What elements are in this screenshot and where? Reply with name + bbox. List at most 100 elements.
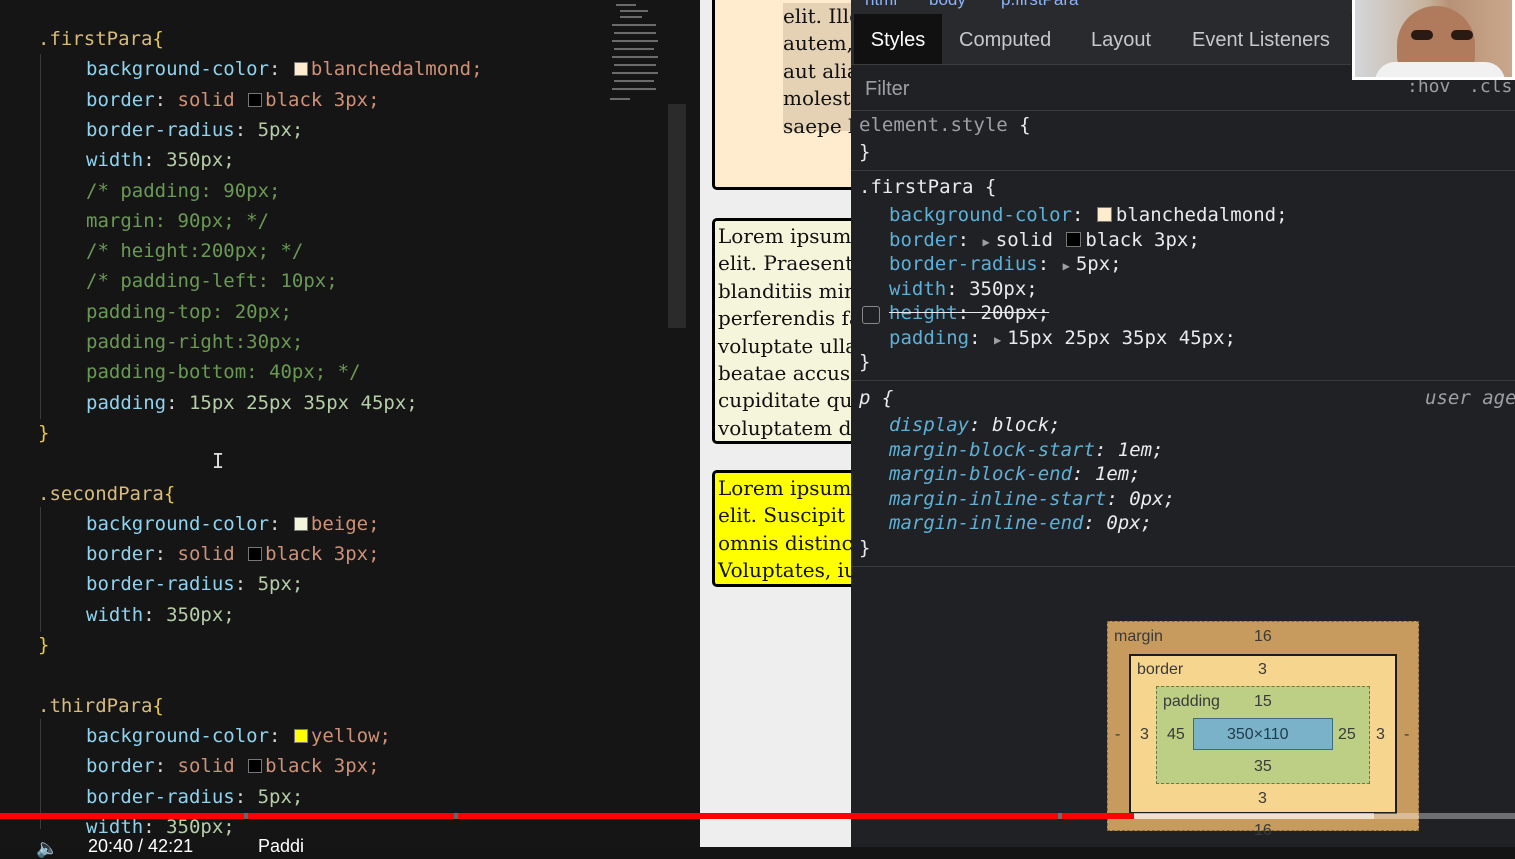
css-declaration[interactable]: border-radius: 5px;: [86, 115, 303, 145]
editor-scrollbar[interactable]: [668, 104, 686, 328]
paragraph-text-line: voluptatem debitis: [718, 415, 852, 440]
style-declaration[interactable]: height: 200px;: [889, 301, 1049, 326]
style-value: 0px;: [1106, 512, 1153, 535]
css-comment[interactable]: /* padding: 90px;: [86, 176, 280, 206]
css-declaration[interactable]: width: 350px;: [86, 145, 235, 175]
breadcrumb-html[interactable]: html: [865, 0, 897, 10]
css-declaration[interactable]: background-color: blanchedalmond;: [86, 54, 483, 84]
code-editor[interactable]: .firstPara{background-color: blanchedalm…: [0, 0, 700, 847]
closing-brace[interactable]: }: [38, 630, 49, 660]
paragraph-text-line: Lorem ipsum: [718, 476, 852, 500]
css-declaration[interactable]: background-color: beige;: [86, 509, 380, 539]
css-property: border-radius: [86, 785, 235, 808]
style-declaration[interactable]: background-color: blanchedalmond;: [889, 203, 1288, 228]
comment-text: padding-right:30px;: [86, 331, 304, 353]
color-swatch-icon[interactable]: [293, 516, 308, 531]
color-swatch-icon[interactable]: [248, 92, 263, 107]
breadcrumb-p[interactable]: p.firstPara: [1001, 0, 1078, 10]
margin-right-value[interactable]: -: [1404, 726, 1409, 744]
style-declaration[interactable]: width: 350px;: [889, 277, 1038, 302]
css-comment[interactable]: /* padding-left: 10px;: [86, 266, 338, 296]
height-property-checkbox[interactable]: [862, 306, 880, 324]
padding-right-value[interactable]: 25: [1338, 726, 1356, 744]
ua-close[interactable]: }: [859, 536, 870, 561]
css-declaration[interactable]: padding: 15px 25px 35px 45px;: [86, 388, 418, 418]
ua-selector: p: [859, 387, 871, 409]
volume-icon[interactable]: 🔈: [36, 838, 58, 859]
margin-left-value[interactable]: -: [1115, 726, 1120, 744]
tab-event-listeners[interactable]: Event Listeners: [1192, 14, 1330, 64]
breadcrumb-body[interactable]: body: [929, 0, 966, 10]
expand-arrow-icon[interactable]: ▶: [1063, 259, 1070, 273]
css-comment[interactable]: padding-bottom: 40px; */: [86, 357, 361, 387]
paragraph-text-line: beatae accusamus: [718, 361, 852, 385]
css-value: black 3px;: [265, 88, 380, 111]
style-declaration[interactable]: border-radius: ▶ 5px;: [889, 252, 1122, 277]
css-declaration[interactable]: border: solid black 3px;: [86, 85, 380, 115]
color-swatch-icon[interactable]: [248, 759, 263, 774]
css-comment[interactable]: /* height:200px; */: [86, 236, 303, 266]
css-selector-line[interactable]: .thirdPara{: [38, 691, 164, 721]
color-swatch-icon[interactable]: [1066, 231, 1082, 247]
css-declaration[interactable]: border: solid black 3px;: [86, 751, 380, 781]
paragraph-text-line: elit. Illo: [783, 4, 852, 28]
css-property: border: [86, 755, 155, 778]
tab-computed[interactable]: Computed: [959, 14, 1051, 64]
video-progress-bar[interactable]: [0, 813, 1515, 819]
style-declaration[interactable]: padding: ▶ 15px 25px 35px 45px;: [889, 326, 1236, 351]
css-comment[interactable]: padding-right:30px;: [86, 327, 303, 357]
ua-declaration[interactable]: margin-block-end: 1em;: [889, 462, 1141, 487]
padding-left-value[interactable]: 45: [1167, 726, 1185, 744]
closing-brace: }: [859, 537, 871, 559]
third-para-box: Lorem ipsum elit. Suscipit t omnis distinc…: [712, 470, 852, 587]
css-declaration[interactable]: background-color: yellow;: [86, 721, 391, 751]
expand-arrow-icon[interactable]: ▶: [983, 235, 990, 249]
style-declaration[interactable]: border: ▶ solid black 3px;: [889, 228, 1200, 253]
css-declaration[interactable]: border-radius: 5px;: [86, 569, 303, 599]
expand-arrow-icon[interactable]: ▶: [994, 333, 1001, 347]
ua-declaration[interactable]: margin-inline-end: 0px;: [889, 511, 1152, 536]
padding-bottom-value[interactable]: 35: [1254, 758, 1272, 776]
color-swatch-icon[interactable]: [1096, 207, 1112, 222]
element-style-close[interactable]: }: [859, 140, 870, 165]
css-declaration[interactable]: border-radius: 5px;: [86, 782, 303, 812]
css-value: 15px 25px 35px 45px;: [188, 391, 418, 414]
ua-declaration[interactable]: display: block;: [889, 413, 1061, 438]
css-keyword: solid: [177, 543, 247, 566]
border-top-value[interactable]: 3: [1258, 661, 1267, 679]
paragraph-text-line: omnis distinctio: [718, 530, 852, 555]
element-style-selector[interactable]: element.style {: [859, 113, 1031, 138]
css-declaration[interactable]: width: 350px;: [86, 600, 235, 630]
devtools-panel: html body p.firstPara Styles Computed La…: [851, 0, 1515, 847]
color-swatch-icon[interactable]: [293, 62, 308, 77]
color-swatch-icon[interactable]: [248, 547, 263, 562]
css-declaration[interactable]: border: solid black 3px;: [86, 539, 380, 569]
color-swatch-icon[interactable]: [293, 728, 308, 743]
ua-selector-line[interactable]: p {: [859, 386, 893, 411]
border-bottom-value[interactable]: 3: [1258, 790, 1267, 808]
css-comment[interactable]: margin: 90px; */: [86, 206, 269, 236]
minimap[interactable]: [606, 0, 660, 110]
ua-declaration[interactable]: margin-inline-start: 0px;: [889, 487, 1175, 512]
closing-brace[interactable]: }: [38, 418, 49, 448]
rule-selector-line[interactable]: .firstPara {: [859, 175, 996, 200]
css-selector: .thirdPara: [38, 694, 153, 717]
tab-layout[interactable]: Layout: [1091, 14, 1151, 64]
style-property: margin-inline-start: [889, 487, 1107, 510]
tab-styles[interactable]: Styles: [854, 14, 942, 64]
content-size-value[interactable]: 350×110: [1227, 726, 1289, 744]
padding-top-value[interactable]: 15: [1254, 693, 1272, 711]
filter-input[interactable]: [863, 74, 1387, 104]
border-left-value[interactable]: 3: [1140, 726, 1149, 744]
css-comment[interactable]: padding-top: 20px;: [86, 297, 292, 327]
margin-top-value[interactable]: 16: [1254, 628, 1272, 646]
border-right-value[interactable]: 3: [1376, 726, 1385, 744]
style-keyword: solid: [995, 228, 1065, 251]
border-label: border: [1137, 661, 1184, 678]
css-value: 350px;: [166, 149, 235, 172]
ua-declaration[interactable]: margin-block-start: 1em;: [889, 438, 1164, 463]
css-selector-line[interactable]: .secondPara{: [38, 479, 175, 509]
rule-close[interactable]: }: [859, 350, 870, 375]
css-selector-line[interactable]: .firstPara{: [38, 24, 164, 54]
style-property: margin-inline-end: [889, 512, 1084, 535]
